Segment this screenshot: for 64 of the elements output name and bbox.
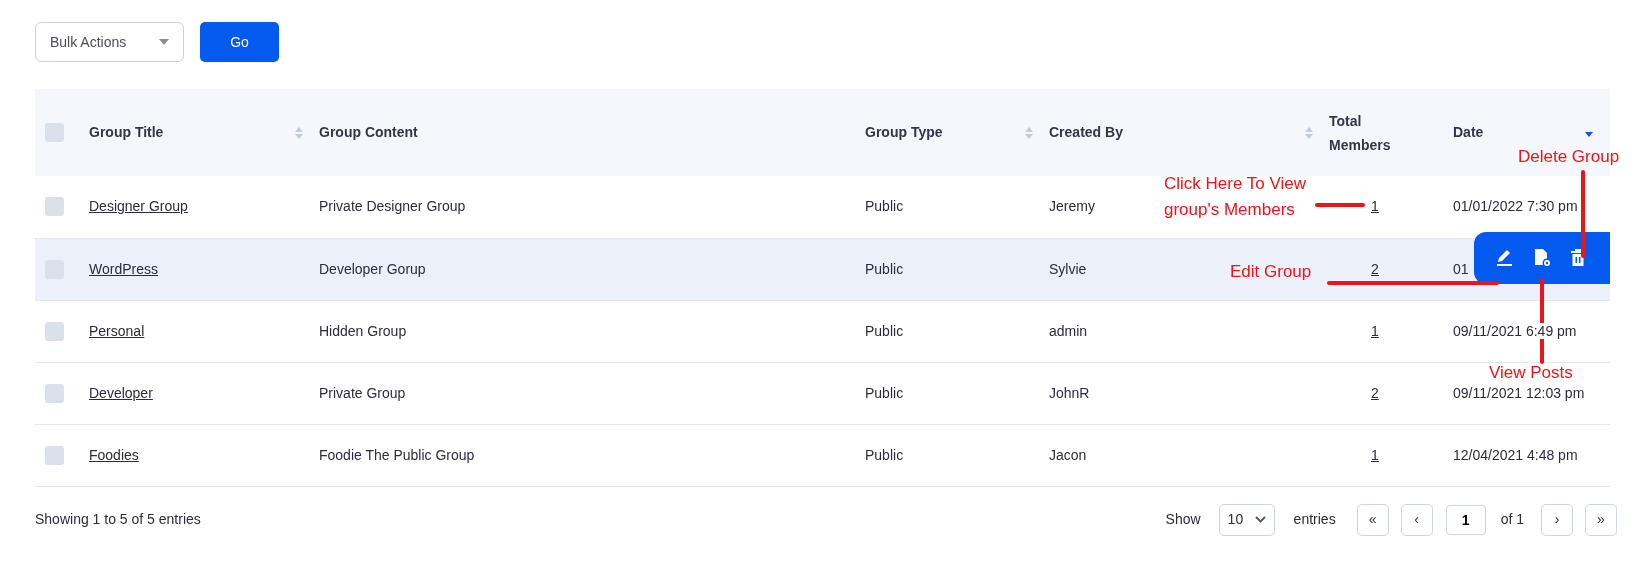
table-cell: 01/01/2022 7:30 pm: [1453, 198, 1578, 215]
checkbox[interactable]: [45, 197, 64, 217]
group-title-link[interactable]: Personal: [89, 322, 145, 339]
page-count: of 1: [1500, 510, 1524, 529]
sort-icon[interactable]: [1305, 126, 1313, 139]
table-cell: Jeremy: [1049, 198, 1095, 215]
edit-icon[interactable]: [1495, 248, 1515, 268]
first-page-button[interactable]: «: [1356, 503, 1389, 536]
column-header[interactable]: Group Type: [865, 122, 943, 143]
members-count-link[interactable]: 1: [1371, 198, 1379, 215]
document-settings-icon[interactable]: [1532, 248, 1552, 268]
annotation-label: Click Here To View group's Members: [1164, 173, 1308, 221]
table-cell: Public: [865, 260, 904, 277]
page-size-select[interactable]: 10: [1218, 503, 1275, 536]
table-cell: 09/11/2021 12:03 pm: [1453, 384, 1585, 401]
table-cell: Jacon: [1049, 446, 1087, 463]
column-header[interactable]: Date: [1453, 122, 1484, 143]
table-cell: Public: [865, 446, 904, 463]
group-title-link[interactable]: WordPress: [89, 260, 158, 277]
sort-icon[interactable]: [1025, 126, 1033, 139]
annotation-label: Delete Group: [1518, 146, 1620, 168]
group-title-link[interactable]: Developer: [89, 384, 153, 401]
last-page-button[interactable]: »: [1585, 503, 1617, 536]
caret-icon: [159, 39, 169, 45]
table-cell: Private Designer Group: [319, 198, 466, 215]
checkbox[interactable]: [45, 123, 64, 142]
checkbox[interactable]: [45, 383, 64, 403]
checkbox[interactable]: [45, 321, 64, 341]
previous-page-button[interactable]: ‹: [1400, 503, 1433, 536]
group-title-link[interactable]: Foodies: [89, 446, 139, 463]
members-count-link[interactable]: 1: [1371, 322, 1379, 339]
members-count-link[interactable]: 2: [1371, 260, 1379, 277]
entries-label: entries: [1293, 510, 1336, 529]
table-cell: Hidden Group: [319, 322, 407, 339]
table-cell: 12/04/2021 4:48 pm: [1453, 446, 1578, 463]
table-cell: Foodie The Public Group: [319, 446, 475, 463]
group-title-link[interactable]: Designer Group: [89, 198, 188, 215]
annotation-label: Edit Group: [1230, 261, 1312, 283]
table-cell: Private Group: [319, 384, 406, 401]
table-cell: 01: [1453, 260, 1469, 277]
checkbox[interactable]: [45, 445, 64, 465]
table-cell: Sylvie: [1049, 260, 1087, 277]
column-header[interactable]: Created By: [1049, 122, 1123, 143]
table-cell: Public: [865, 198, 904, 215]
show-label: Show: [1165, 510, 1201, 529]
column-header[interactable]: Group Content: [319, 122, 418, 143]
annotation-label: View Posts: [1489, 362, 1573, 384]
entries-info: Showing 1 to 5 of 5 entries: [35, 510, 201, 529]
column-header[interactable]: Group Title: [89, 122, 164, 143]
page-number-field[interactable]: 1: [1445, 504, 1486, 535]
go-button[interactable]: Go: [200, 22, 279, 62]
table-cell: Developer Gorup: [319, 260, 426, 277]
bulk-actions-dropdown[interactable]: Bulk Actions: [35, 22, 184, 62]
table-cell: admin: [1049, 322, 1088, 339]
leader-line: [1315, 203, 1365, 207]
members-count-link[interactable]: 1: [1371, 446, 1379, 463]
table-cell: JohnR: [1049, 384, 1090, 401]
chevron-down-icon: [1254, 516, 1266, 523]
table-cell: Public: [865, 322, 904, 339]
members-count-link[interactable]: 2: [1371, 384, 1379, 401]
next-page-button[interactable]: ›: [1541, 503, 1573, 536]
sort-icon[interactable]: [295, 126, 303, 139]
table-cell: Public: [865, 384, 904, 401]
table-cell: 09/11/2021 6:49 pm: [1453, 322, 1577, 339]
